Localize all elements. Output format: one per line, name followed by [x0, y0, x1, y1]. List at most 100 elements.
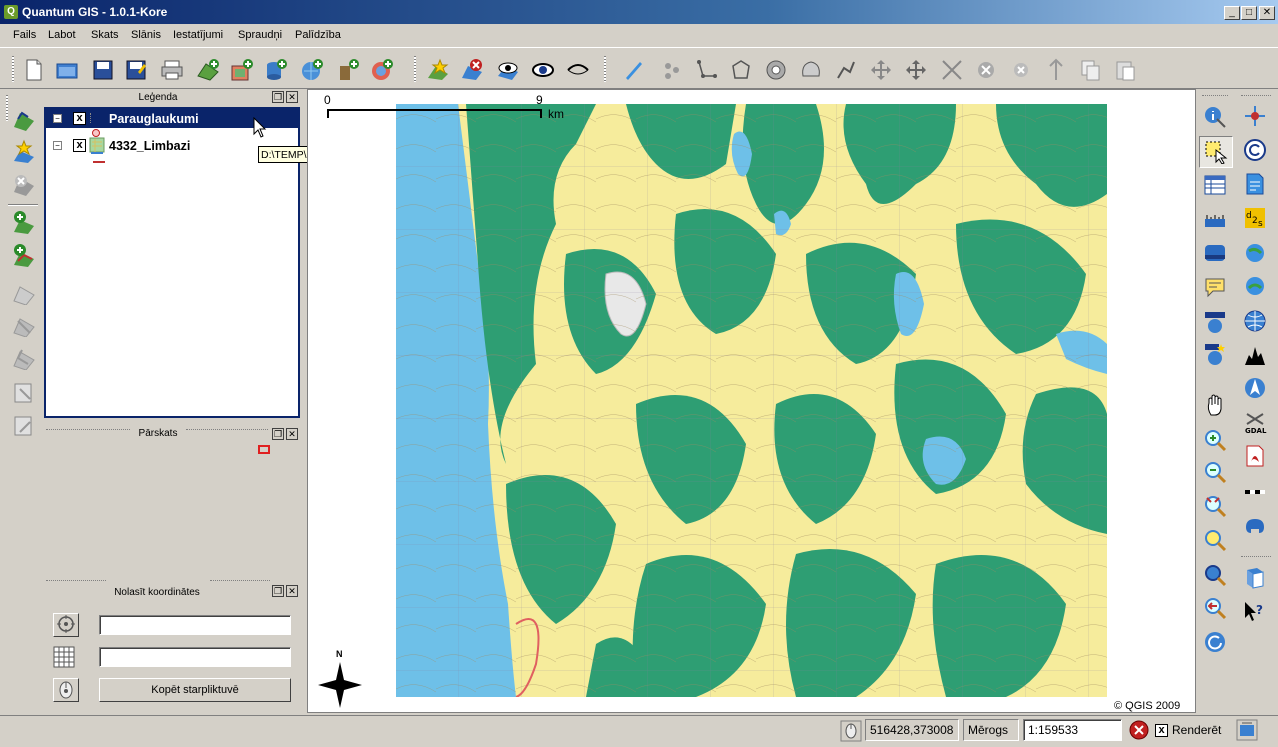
legend-close-button[interactable]: ✕ [286, 91, 298, 103]
layer-1-name[interactable]: Parauglaukumi [109, 112, 199, 126]
zoom-selection-icon[interactable] [1203, 528, 1227, 552]
right-toolbar-grip[interactable] [1202, 95, 1228, 97]
save-project-icon[interactable] [91, 58, 115, 82]
layer-2-checkbox[interactable]: x [73, 139, 86, 152]
split-icon[interactable] [1044, 58, 1068, 82]
show-bookmarks-icon[interactable] [1203, 342, 1227, 366]
coords-float-button[interactable]: ❐ [272, 585, 284, 597]
add-spatialite-icon[interactable] [336, 58, 360, 82]
capture-polyline-icon[interactable] [695, 58, 719, 82]
map-tips-icon[interactable] [1203, 275, 1227, 299]
help-book-icon[interactable] [1243, 566, 1267, 590]
layer-2-name[interactable]: 4332_Limbazi [109, 139, 190, 153]
remove-layer-icon[interactable] [460, 58, 484, 82]
plugin-toolbar-grip[interactable] [1241, 556, 1271, 558]
print-icon[interactable] [160, 58, 184, 82]
zoom-full-icon[interactable] [1203, 494, 1227, 518]
coords-field-2[interactable] [99, 647, 291, 667]
pdf-export-icon[interactable] [1243, 444, 1267, 468]
zoom-out-icon[interactable] [1203, 460, 1227, 484]
new-layer-star-icon[interactable] [12, 139, 36, 163]
cut-icon[interactable] [1009, 58, 1033, 82]
map-raster[interactable] [396, 104, 1107, 697]
copyright-label-icon[interactable] [1243, 138, 1267, 162]
add-postgis-icon[interactable] [264, 58, 288, 82]
layer-disabled-2-icon[interactable] [12, 313, 36, 337]
pan-icon[interactable] [1203, 393, 1227, 417]
layer-1-checkbox[interactable]: x [73, 112, 86, 125]
remove-layer-icon[interactable] [12, 172, 36, 196]
coordinate-toggle-icon[interactable] [840, 720, 862, 742]
menu-fails[interactable]: Fails [13, 29, 36, 41]
maximize-button[interactable]: □ [1241, 6, 1257, 20]
add-raster-plus-icon[interactable] [12, 243, 36, 267]
layer-disabled-5-icon[interactable] [12, 414, 36, 438]
add-vertex-icon[interactable] [904, 58, 928, 82]
scale-input[interactable]: 1:159533 [1023, 719, 1122, 741]
delimited-text-icon[interactable] [1243, 274, 1267, 298]
delete-vertex-icon[interactable] [940, 58, 964, 82]
identify-icon[interactable] [1203, 105, 1227, 129]
toolbar-grip[interactable] [12, 56, 14, 82]
scalebar-plugin-icon[interactable] [1243, 480, 1267, 504]
zoom-last-icon[interactable] [1203, 596, 1227, 620]
interpolation-icon[interactable] [1243, 343, 1267, 367]
add-ring-icon[interactable] [764, 58, 788, 82]
wfs-plugin-icon[interactable] [1243, 241, 1267, 265]
layer-disabled-3-icon[interactable] [12, 346, 36, 370]
menu-slanis[interactable]: Slānis [131, 29, 161, 41]
capture-point-icon[interactable] [660, 58, 684, 82]
menu-skats[interactable]: Skats [91, 29, 119, 41]
capture-polygon-icon[interactable] [729, 58, 753, 82]
new-vector-icon[interactable] [426, 58, 450, 82]
attribute-table-icon[interactable] [1203, 173, 1227, 197]
add-raster-icon[interactable] [230, 58, 254, 82]
crs-select-button[interactable] [53, 613, 79, 637]
georeferencer-icon[interactable] [1243, 104, 1267, 128]
close-button[interactable]: ✕ [1259, 6, 1275, 20]
add-wfs-icon[interactable] [370, 58, 394, 82]
layer-disabled-4-icon[interactable] [12, 381, 36, 405]
overview-extent-rectangle[interactable] [258, 445, 270, 454]
postgis-plugin-icon[interactable] [1243, 513, 1267, 537]
legend-expander-2[interactable]: − [53, 141, 62, 150]
delete-selected-icon[interactable] [974, 58, 998, 82]
coords-close-button[interactable]: ✕ [286, 585, 298, 597]
paste-icon[interactable] [1113, 58, 1137, 82]
dxf2shp-icon[interactable]: d2s [1243, 206, 1267, 230]
move-feature-icon[interactable] [834, 58, 858, 82]
add-wms-icon[interactable] [300, 58, 324, 82]
capture-coords-button[interactable] [53, 678, 79, 702]
zoom-layer-icon[interactable] [1203, 563, 1227, 587]
add-vector-plus-icon[interactable] [12, 210, 36, 234]
save-as-icon[interactable] [124, 58, 148, 82]
show-all-icon[interactable] [496, 58, 520, 82]
select-features-icon[interactable] [1204, 140, 1228, 164]
measure-area-icon[interactable] [1203, 241, 1227, 265]
stop-render-icon[interactable] [1129, 720, 1149, 740]
toolbar-grip[interactable] [604, 56, 606, 82]
copy-to-clipboard-button[interactable]: Kopēt starpliktuvē [99, 678, 291, 702]
measure-line-icon[interactable] [1203, 209, 1227, 233]
zoom-in-icon[interactable] [1203, 428, 1227, 452]
overview-float-button[interactable]: ❐ [272, 428, 284, 440]
projection-status-icon[interactable] [1236, 719, 1258, 741]
refresh-icon[interactable] [1203, 630, 1227, 654]
whats-this-icon[interactable]: ? [1243, 600, 1267, 624]
menu-palidziba[interactable]: Palīdzība [295, 29, 341, 41]
toolbar-grip[interactable] [414, 56, 416, 82]
overview-close-button[interactable]: ✕ [286, 428, 298, 440]
hide-layer-icon[interactable] [566, 58, 590, 82]
grid-icon[interactable] [53, 646, 75, 668]
legend-expander-1[interactable]: − [53, 114, 62, 123]
new-bookmark-icon[interactable] [1203, 310, 1227, 334]
globe-plugin-icon[interactable] [1243, 309, 1267, 333]
menu-spraudni[interactable]: Spraudņi [238, 29, 282, 41]
menu-iestatijumi[interactable]: Iestatījumi [173, 29, 223, 41]
move-vertex-icon[interactable] [869, 58, 893, 82]
show-layer-icon[interactable] [531, 58, 555, 82]
left-toolbar-grip[interactable] [6, 95, 8, 121]
north-arrow-plugin-icon[interactable] [1243, 376, 1267, 400]
gps-tools-icon[interactable] [1243, 172, 1267, 196]
plugin-toolbar-grip[interactable] [1241, 95, 1271, 97]
